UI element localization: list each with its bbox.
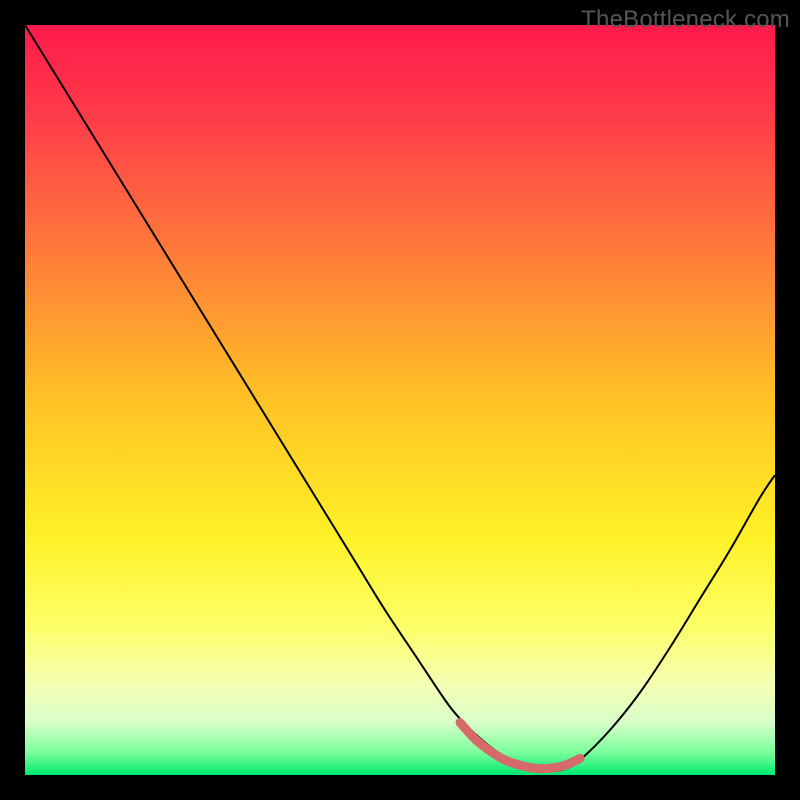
chart-frame: TheBottleneck.com [0,0,800,800]
watermark-label: TheBottleneck.com [581,6,790,34]
plot-area [25,25,775,775]
chart-background [25,25,775,775]
chart-svg [25,25,775,775]
